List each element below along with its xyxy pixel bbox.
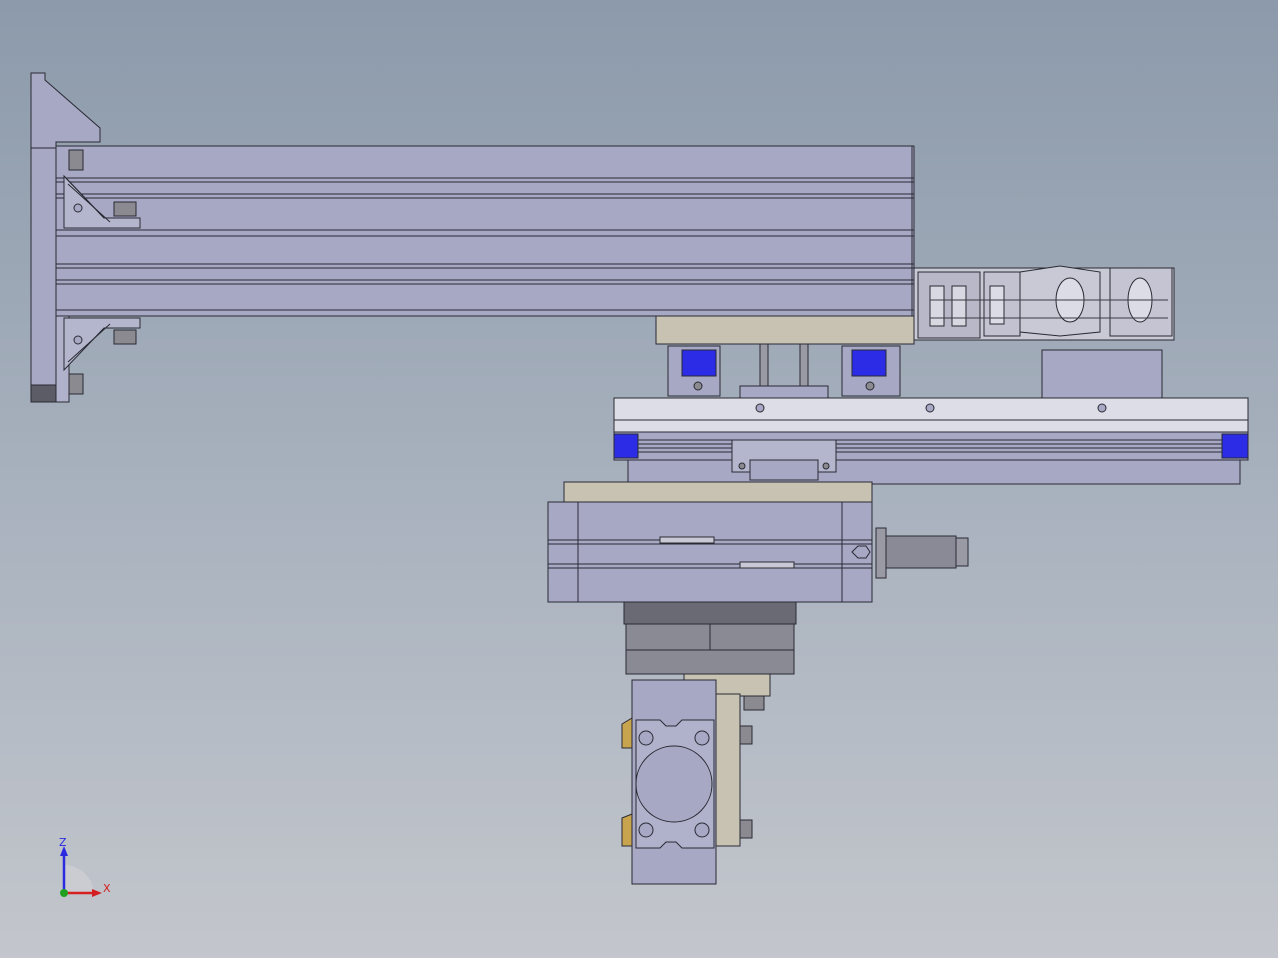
gantry-assembly-model[interactable] — [0, 0, 1278, 958]
gripper-assembly — [621, 673, 771, 885]
cable-chain-bracket — [1041, 349, 1163, 401]
cable-drag-chain — [913, 265, 1175, 341]
lower-linear-module — [613, 397, 1249, 485]
y-axis-dot — [60, 889, 68, 897]
cad-viewport[interactable]: Z X — [0, 0, 1278, 958]
coordinate-triad: Z X — [40, 830, 130, 910]
carriage-plate — [655, 315, 915, 345]
z-axis-label: Z — [59, 836, 67, 849]
horizontal-beam — [55, 145, 915, 317]
carriage-guide-blocks — [667, 343, 901, 401]
rotary-cylinder — [547, 481, 969, 603]
x-axis-label: X — [103, 882, 111, 895]
rotary-table — [623, 601, 797, 675]
